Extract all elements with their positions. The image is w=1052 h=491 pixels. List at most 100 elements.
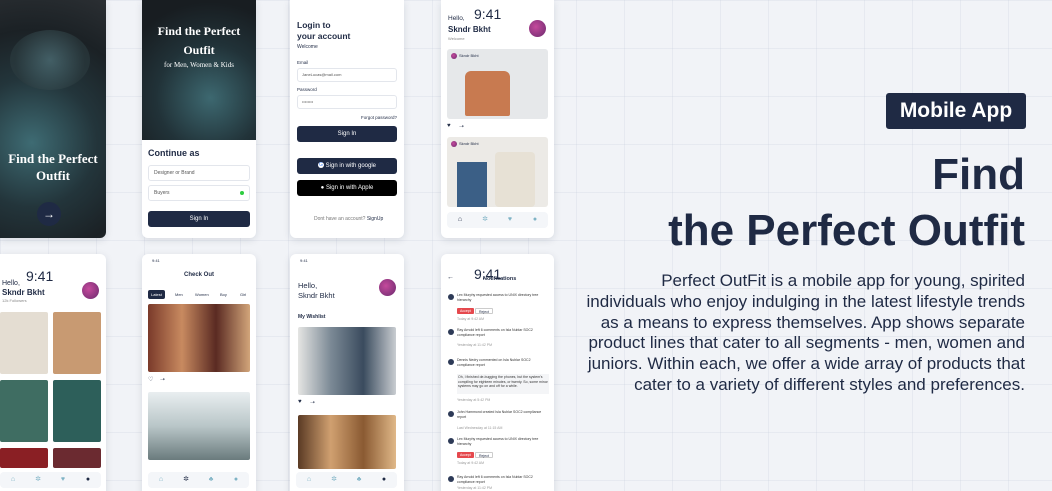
post-author-2: Skndr Bkht	[459, 141, 479, 146]
tab-women[interactable]: Women	[192, 290, 212, 299]
sign-in-button[interactable]: Sign In	[148, 211, 250, 227]
reject-button[interactable]: Reject	[475, 452, 493, 458]
home-icon[interactable]: ⌂	[156, 475, 166, 485]
profile-time: 9:41	[26, 268, 54, 284]
back-arrow-icon[interactable]: ←	[447, 274, 454, 281]
home-icon[interactable]: ⌂	[304, 475, 314, 485]
avatar[interactable]	[379, 279, 396, 296]
google-sign-in-label: Sign in with google	[325, 163, 377, 169]
product-tile[interactable]	[0, 448, 48, 468]
onboarding-subtitle: for Men, Women & Kids	[164, 61, 234, 69]
login-screen: Login to your account Welcome Email Jane…	[290, 0, 404, 238]
product-tile[interactable]	[0, 380, 48, 442]
avatar[interactable]	[529, 20, 546, 37]
avatar[interactable]	[82, 282, 99, 299]
bottom-tab-bar: ⌂ ✲ ♣ ●	[296, 472, 397, 488]
notifications-title: Notifications	[483, 276, 517, 282]
notification-time: Last Wednesday at 11:15 AM	[457, 426, 503, 430]
status-time: 9:41	[300, 258, 308, 263]
login-welcome: Welcome	[297, 44, 318, 50]
home-icon[interactable]: ⌂	[8, 475, 18, 485]
notification-avatar	[448, 476, 454, 482]
designer-brand-option[interactable]: Designer or Brand	[148, 165, 250, 181]
notification-text: Lex Murphy requested access to UNIX dire…	[457, 293, 539, 302]
notification-avatar	[448, 438, 454, 444]
wishlist-item-image[interactable]	[298, 327, 396, 395]
splash-title-line1: Find the Perfect	[8, 151, 98, 166]
clothing-rack-image[interactable]	[148, 304, 250, 372]
notification-quote: Oh, I finished de-bugging the phones, bu…	[457, 374, 549, 394]
hero-description: Perfect OutFit is a mobile app for young…	[586, 271, 1025, 394]
product-tile[interactable]	[0, 312, 48, 374]
checkout-screen: 9:41 Check Out Latest Men Women Boy Girl…	[142, 254, 256, 491]
store-interior-image[interactable]	[148, 392, 250, 460]
notifications-screen: ← 9:41 Notifications Lex Murphy requeste…	[441, 254, 554, 491]
no-account-text: Dont have an account?	[314, 216, 366, 222]
settings-icon[interactable]: ✲	[181, 475, 191, 485]
bottom-tab-bar: ⌂ ✲ ♥ ●	[447, 212, 548, 228]
buyers-option[interactable]: Buyers	[148, 185, 250, 201]
product-tile[interactable]	[53, 380, 101, 442]
profile-icon[interactable]: ●	[530, 215, 540, 225]
heart-icon[interactable]: ♥	[298, 399, 302, 405]
fabric-image	[10, 30, 90, 90]
notification-text: John Hammond created Isla Nublar SOC2 co…	[457, 410, 542, 419]
signup-link[interactable]: SignUp	[367, 216, 383, 222]
product-tile[interactable]	[53, 448, 101, 468]
google-sign-in-button[interactable]: G Sign in with google	[297, 158, 397, 174]
onboarding-hero-image	[142, 0, 256, 140]
profile-icon[interactable]: ●	[231, 475, 241, 485]
profile-icon[interactable]: ●	[379, 475, 389, 485]
bottom-tab-bar: ⌂ ✲ ♣ ●	[148, 472, 249, 488]
login-sign-in-button[interactable]: Sign In	[297, 126, 397, 142]
notification-text: Ray Arnold left 6 comments on Isla Nubla…	[457, 328, 533, 337]
post-card-2[interactable]: Skndr Bkht	[447, 137, 548, 207]
share-icon[interactable]: ➝	[160, 376, 165, 383]
accept-button[interactable]: Accept	[457, 308, 474, 314]
wishlist-item-image[interactable]	[298, 415, 396, 469]
share-icon[interactable]: ➝	[310, 399, 315, 406]
tab-latest[interactable]: Latest	[148, 290, 165, 299]
designer-brand-label: Designer or Brand	[154, 170, 195, 176]
sweater-image	[495, 152, 535, 207]
heart-icon[interactable]: ♡	[148, 376, 153, 383]
people-icon[interactable]: ♣	[354, 475, 364, 485]
email-field[interactable]: JaneLucas@mail.com	[297, 68, 397, 82]
notification-time: Yesterday at 11:42 PM	[457, 486, 493, 490]
post-avatar	[451, 141, 457, 147]
accept-button[interactable]: Accept	[457, 452, 474, 458]
apple-sign-in-button[interactable]: ● Sign in with Apple	[297, 180, 397, 196]
settings-icon[interactable]: ✲	[329, 475, 339, 485]
password-field[interactable]: ••••••••	[297, 95, 397, 109]
people-icon[interactable]: ♣	[206, 475, 216, 485]
settings-icon[interactable]: ✲	[480, 215, 490, 225]
heart-tab-icon[interactable]: ♥	[505, 215, 515, 225]
notification-text: Ray Arnold left 6 comments on Isla Nubla…	[457, 475, 533, 484]
jeans-image	[457, 162, 487, 207]
selected-dot-icon	[240, 191, 244, 195]
notification-text: Dennis Nedry commented on Isla Nublar SO…	[457, 358, 531, 367]
heart-icon[interactable]: ♥	[447, 123, 451, 129]
checkout-title: Check Out	[184, 272, 215, 278]
reject-button[interactable]: Reject	[475, 308, 493, 314]
tab-boy[interactable]: Boy	[217, 290, 230, 299]
next-arrow-button[interactable]: →	[37, 202, 61, 226]
tab-men[interactable]: Men	[172, 290, 186, 299]
notification-time: Yesterday at 5:42 PM	[457, 398, 491, 402]
post-avatar	[451, 53, 457, 59]
signup-prompt: Dont have an account? SignUp	[314, 216, 383, 222]
tab-girl[interactable]: Girl	[237, 290, 249, 299]
heart-tab-icon[interactable]: ♥	[58, 475, 68, 485]
share-icon[interactable]: ➝	[459, 123, 464, 130]
notification-avatar	[448, 359, 454, 365]
splash-title: Find the Perfect Outfit	[0, 150, 106, 184]
status-time: 9:41	[152, 258, 160, 263]
post-card-1[interactable]: Skndr Bkht	[447, 49, 548, 119]
profile-hello: Hello,	[2, 280, 20, 287]
home-icon[interactable]: ⌂	[455, 215, 465, 225]
profile-icon[interactable]: ●	[83, 475, 93, 485]
jacket-image	[465, 71, 510, 116]
settings-icon[interactable]: ✲	[33, 475, 43, 485]
forgot-password-link[interactable]: Forgot password?	[361, 115, 397, 120]
product-tile[interactable]	[53, 312, 101, 374]
